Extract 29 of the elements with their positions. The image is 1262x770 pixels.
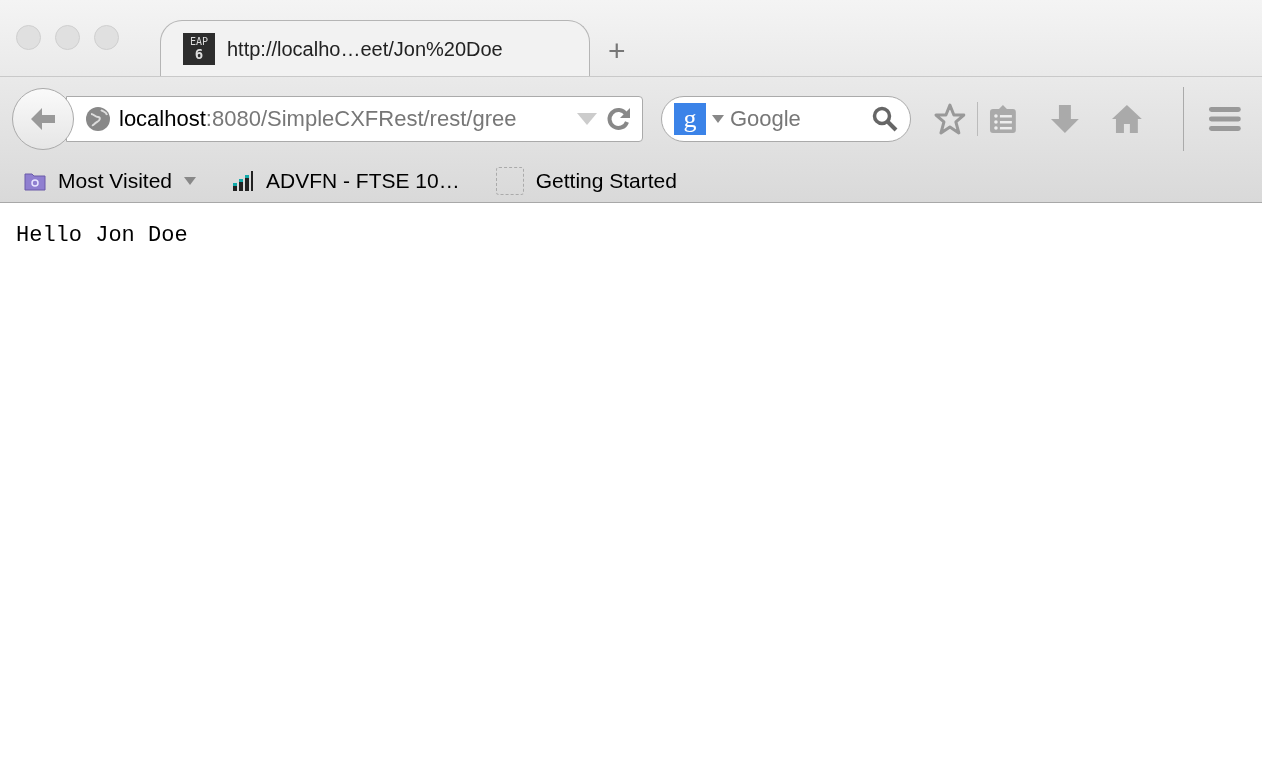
window-control-button[interactable] (94, 25, 119, 50)
page-text: Hello Jon Doe (16, 222, 189, 250)
globe-icon (85, 105, 111, 132)
blank-page-icon (495, 167, 524, 195)
folder-icon (24, 171, 46, 191)
search-input[interactable]: Google (729, 102, 866, 135)
bar-chart-icon (232, 170, 254, 192)
search-field[interactable]: g Google (660, 95, 911, 142)
caret-icon (184, 177, 196, 185)
search-engine-icon[interactable]: g (673, 102, 706, 135)
reload-icon[interactable] (605, 105, 632, 132)
bookmark-item[interactable]: ADVFN - FTSE 10… (232, 165, 460, 197)
star-icon[interactable] (932, 101, 967, 136)
address-bar[interactable]: localhost:8080/SimpleCXFRest/rest/gree (66, 95, 643, 142)
list-icon[interactable] (987, 102, 1018, 135)
home-icon[interactable] (1111, 102, 1144, 135)
dropdown-arrow-icon[interactable] (575, 111, 598, 126)
window-control-button[interactable] (16, 25, 41, 50)
window-control-button[interactable] (55, 25, 80, 50)
caret-icon (711, 114, 724, 123)
url-text: localhost:8080/SimpleCXFRest/rest/gree (119, 105, 518, 133)
tab-favicon-icon: EAP 6 (183, 32, 215, 65)
search-icon[interactable] (871, 105, 898, 132)
browser-tab[interactable]: EAP 6 http://localho…eet/Jon%20Doe (160, 20, 590, 76)
menu-icon[interactable] (1208, 104, 1242, 133)
download-arrow-icon[interactable] (1049, 102, 1080, 135)
bookmark-item[interactable]: Getting Started (495, 165, 677, 197)
bookmark-item[interactable]: Most Visited (24, 165, 196, 197)
new-tab-button[interactable]: + (608, 36, 626, 66)
